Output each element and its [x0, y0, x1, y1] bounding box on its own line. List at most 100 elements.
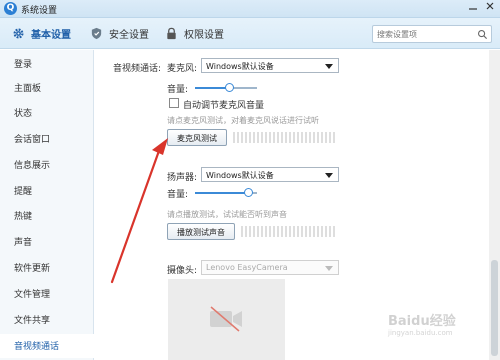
tab-label: 基本设置 [31, 30, 71, 41]
meter-bar [305, 132, 307, 143]
auto-adjust-mic-label: 自动调节麦克风音量 [183, 101, 265, 111]
meter-bar [325, 132, 327, 143]
mic-test-hint: 请点麦克风测试，对着麦克风说话进行试听 [167, 116, 319, 125]
meter-bar [265, 226, 267, 237]
sidebar-item-file-sharing[interactable]: 文件共享 [0, 308, 94, 330]
gear-icon [13, 28, 24, 39]
speaker-test-button[interactable]: 播放测试声音 [167, 223, 235, 240]
sidebar-item-status[interactable]: 状态 [0, 101, 94, 123]
app-logo-icon: Q [4, 2, 17, 15]
sidebar-item-label: 提醒 [14, 187, 33, 197]
close-button[interactable] [483, 1, 497, 15]
mic-label: 麦克风: [167, 64, 198, 74]
meter-bar [269, 132, 271, 143]
meter-bar [301, 226, 303, 237]
mic-volume-label: 音量: [167, 85, 189, 95]
camera-device-select[interactable]: Lenovo EasyCamera [201, 260, 339, 275]
sidebar-item-login[interactable]: 登录 [0, 52, 94, 74]
sidebar: 登录 主面板 状态 会话窗口 信息展示 提醒 热键 声音 软件更新 文件管理 文… [0, 50, 94, 360]
meter-bar [249, 132, 251, 143]
watermark-subtext: jingyan.baidu.com [388, 329, 453, 337]
sidebar-item-label: 软件更新 [14, 264, 51, 274]
meter-bar [233, 132, 235, 143]
meter-bar [313, 226, 315, 237]
meter-bar [241, 132, 243, 143]
speaker-level-meter [241, 226, 335, 237]
meter-bar [321, 226, 323, 237]
meter-bar [297, 226, 299, 237]
speaker-volume-label: 音量: [167, 190, 189, 200]
meter-bar [321, 132, 323, 143]
mic-device-value: Windows默认设备 [206, 62, 274, 71]
meter-bar [249, 226, 251, 237]
speaker-volume-slider[interactable] [195, 188, 257, 197]
sidebar-item-reminder[interactable]: 提醒 [0, 179, 94, 201]
mic-volume-fill [195, 87, 230, 89]
close-icon [486, 2, 494, 10]
chevron-down-icon [325, 64, 333, 69]
minimize-icon [469, 8, 477, 10]
camera-off-icon [210, 306, 242, 332]
meter-bar [273, 226, 275, 237]
meter-bar [329, 132, 331, 143]
shield-icon [91, 27, 102, 40]
meter-bar [281, 132, 283, 143]
meter-bar [257, 132, 259, 143]
meter-bar [245, 226, 247, 237]
tab-permission-settings[interactable]: 权限设置 [165, 18, 224, 49]
sidebar-item-software-update[interactable]: 软件更新 [0, 256, 94, 278]
meter-bar [253, 132, 255, 143]
speaker-device-select[interactable]: Windows默认设备 [201, 167, 339, 182]
tab-basic-settings[interactable]: 基本设置 [12, 18, 71, 49]
meter-bar [325, 226, 327, 237]
camera-preview [168, 279, 285, 360]
sidebar-item-file-management[interactable]: 文件管理 [0, 282, 94, 304]
title-bar[interactable]: Q 系统设置 [0, 0, 500, 18]
speaker-test-hint: 请点播放测试，试试能否听到声音 [167, 210, 287, 219]
meter-bar [333, 226, 335, 237]
sidebar-item-av-call[interactable]: 音视频通话 [0, 334, 94, 358]
speaker-volume-fill [195, 192, 248, 194]
sidebar-item-label: 文件共享 [14, 316, 51, 326]
meter-bar [309, 132, 311, 143]
meter-bar [333, 132, 335, 143]
tab-security-settings[interactable]: 安全设置 [90, 18, 149, 49]
meter-bar [289, 226, 291, 237]
meter-bar [309, 226, 311, 237]
meter-bar [289, 132, 291, 143]
sidebar-item-label: 信息展示 [14, 161, 51, 171]
window-title: 系统设置 [21, 6, 58, 16]
tab-label: 权限设置 [184, 30, 224, 41]
content-scrollbar[interactable] [489, 50, 500, 360]
meter-bar [313, 132, 315, 143]
meter-bar [257, 226, 259, 237]
sidebar-item-main-panel[interactable]: 主面板 [0, 76, 94, 98]
auto-adjust-mic-checkbox[interactable] [169, 98, 179, 108]
meter-bar [317, 132, 319, 143]
speaker-volume-handle[interactable] [243, 188, 253, 197]
mic-volume-slider[interactable] [195, 83, 257, 92]
meter-bar [281, 226, 283, 237]
mic-device-select[interactable]: Windows默认设备 [201, 58, 339, 73]
sidebar-item-label: 主面板 [14, 84, 42, 94]
mic-volume-handle[interactable] [225, 83, 235, 92]
meter-bar [265, 132, 267, 143]
search-input[interactable] [377, 28, 472, 41]
sidebar-item-label: 声音 [14, 238, 33, 248]
search-icon[interactable] [477, 29, 488, 40]
sidebar-item-sound[interactable]: 声音 [0, 230, 94, 252]
meter-bar [293, 226, 295, 237]
sidebar-item-info-display[interactable]: 信息展示 [0, 153, 94, 175]
meter-bar [269, 226, 271, 237]
baidu-watermark: Baidu经验 jingyan.baidu.com [388, 310, 456, 337]
scrollbar-thumb[interactable] [491, 260, 498, 356]
sidebar-item-chat-window[interactable]: 会话窗口 [0, 127, 94, 149]
sidebar-item-hotkeys[interactable]: 热键 [0, 204, 94, 226]
meter-bar [317, 226, 319, 237]
sidebar-item-label: 音视频通话 [14, 342, 60, 352]
meter-bar [277, 132, 279, 143]
camera-label: 摄像头: [167, 266, 198, 276]
minimize-button[interactable] [466, 1, 480, 15]
meter-bar [261, 226, 263, 237]
mic-test-button[interactable]: 麦克风测试 [167, 129, 227, 146]
